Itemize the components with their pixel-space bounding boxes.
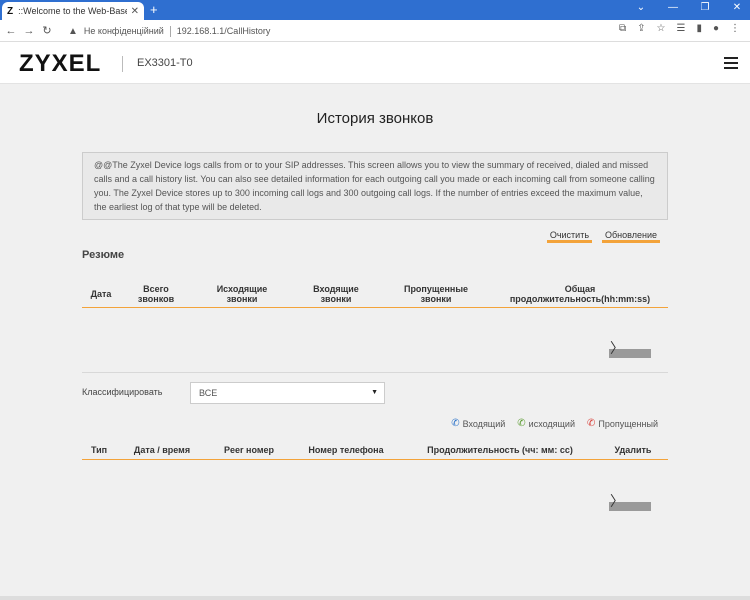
missed-call-icon: ✆ bbox=[587, 418, 596, 429]
history-col-duration: Продолжительность (чч: мм: сс) bbox=[427, 444, 573, 455]
back-icon[interactable]: ← bbox=[4, 25, 18, 37]
close-window-icon[interactable]: ✕ bbox=[730, 2, 744, 13]
summary-title: Резюме bbox=[82, 249, 125, 261]
minimize-icon[interactable]: — bbox=[666, 2, 680, 13]
close-tab-icon[interactable]: ✕ bbox=[131, 6, 139, 17]
hamburger-menu-icon[interactable] bbox=[724, 57, 738, 72]
header-divider bbox=[122, 56, 123, 72]
side-panel-icon[interactable]: ▮ bbox=[696, 23, 702, 34]
history-col-datetime: Дата / время bbox=[133, 444, 191, 455]
info-box: @@The Zyxel Device logs calls from or to… bbox=[82, 152, 668, 220]
browser-toolbar-icons: ⧉ ⇪ ☆ ☰ ▮ ● ⋮ bbox=[619, 23, 740, 34]
bookmark-star-icon[interactable]: ☆ bbox=[657, 23, 666, 34]
call-type-legend: ✆ Входящий ✆ исходящий ✆ Пропущенный bbox=[451, 418, 658, 429]
section-divider bbox=[82, 372, 668, 373]
history-col-peer: Peer номер bbox=[224, 444, 274, 455]
share-icon[interactable]: ⇪ bbox=[637, 23, 645, 34]
menu-kebab-icon[interactable]: ⋮ bbox=[730, 23, 740, 34]
omnibox-divider bbox=[169, 25, 171, 37]
summary-col-date: Дата bbox=[90, 288, 112, 299]
chevron-down-icon: ▼ bbox=[371, 389, 378, 396]
outgoing-call-icon: ✆ bbox=[517, 418, 526, 429]
device-model: EX3301-T0 bbox=[137, 57, 193, 69]
legend-missed-label: Пропущенный bbox=[598, 418, 658, 429]
page-title: История звонков bbox=[316, 110, 434, 127]
refresh-button[interactable]: Обновление bbox=[602, 230, 660, 243]
profile-icon[interactable]: ● bbox=[713, 23, 719, 34]
summary-col-outgoing: Исходящие звонки bbox=[216, 283, 268, 304]
translate-icon[interactable]: ⧉ bbox=[619, 23, 626, 34]
history-col-type: Тип bbox=[90, 444, 108, 455]
page-bottom-edge bbox=[0, 596, 750, 600]
reading-list-icon[interactable]: ☰ bbox=[676, 23, 685, 34]
summary-col-missed: Пропущенные звонки bbox=[403, 283, 469, 304]
main-content: История звонков @@The Zyxel Device logs … bbox=[0, 84, 750, 598]
history-next-icon[interactable]: 〉 bbox=[610, 494, 624, 508]
app-header: ZYXEL EX3301-T0 bbox=[0, 42, 750, 84]
history-table-header: Тип Дата / время Peer номер Номер телефо… bbox=[82, 440, 668, 460]
summary-col-duration: Общая продолжительность(hh:mm:ss) bbox=[509, 283, 651, 304]
window-controls: ⌄ — ❐ ✕ bbox=[634, 2, 744, 13]
restore-icon[interactable]: ❐ bbox=[698, 2, 712, 13]
legend-outgoing: ✆ исходящий bbox=[517, 418, 575, 429]
url-text[interactable]: 192.168.1.1/CallHistory bbox=[177, 26, 271, 36]
legend-incoming: ✆ Входящий bbox=[451, 418, 505, 429]
action-buttons: Очистить Обновление bbox=[546, 230, 660, 243]
tab-search-icon[interactable]: ⌄ bbox=[634, 2, 648, 13]
legend-missed: ✆ Пропущенный bbox=[587, 418, 658, 429]
reload-icon[interactable]: ↻ bbox=[40, 24, 54, 37]
zyxel-favicon-icon: Z bbox=[7, 5, 14, 17]
legend-incoming-label: Входящий bbox=[462, 418, 506, 429]
warning-icon[interactable]: ▲ bbox=[68, 26, 78, 37]
summary-col-incoming: Входящие звонки bbox=[313, 283, 359, 304]
legend-outgoing-label: исходящий bbox=[528, 418, 575, 429]
history-col-phone: Номер телефона bbox=[308, 444, 384, 455]
filter-select[interactable]: ВСЕ ▼ bbox=[190, 382, 385, 404]
new-tab-button[interactable]: + bbox=[150, 2, 158, 17]
history-col-delete: Удалить bbox=[614, 444, 652, 455]
summary-col-total: Всего звонков bbox=[137, 283, 175, 304]
browser-tab-bar: Z ::Welcome to the Web-Based Co ✕ + ⌄ — … bbox=[0, 0, 750, 20]
address-bar: ← → ↻ ▲ Не конфіденційний 192.168.1.1/Ca… bbox=[0, 20, 750, 42]
summary-table-header: Дата Всего звонков Исходящие звонки Вход… bbox=[82, 280, 668, 308]
incoming-call-icon: ✆ bbox=[451, 418, 460, 429]
browser-tab[interactable]: Z ::Welcome to the Web-Based Co ✕ bbox=[2, 2, 144, 20]
tab-title: ::Welcome to the Web-Based Co bbox=[18, 6, 127, 16]
filter-label: Классифицировать bbox=[82, 387, 163, 397]
forward-icon[interactable]: → bbox=[22, 25, 36, 37]
clear-button[interactable]: Очистить bbox=[546, 230, 593, 243]
summary-next-icon[interactable]: 〉 bbox=[610, 341, 624, 355]
filter-select-value: ВСЕ bbox=[199, 388, 218, 398]
omnibox[interactable]: ▲ Не конфіденційний 192.168.1.1/CallHist… bbox=[68, 23, 270, 39]
zyxel-logo: ZYXEL bbox=[19, 50, 102, 77]
security-status[interactable]: Не конфіденційний bbox=[84, 26, 164, 36]
